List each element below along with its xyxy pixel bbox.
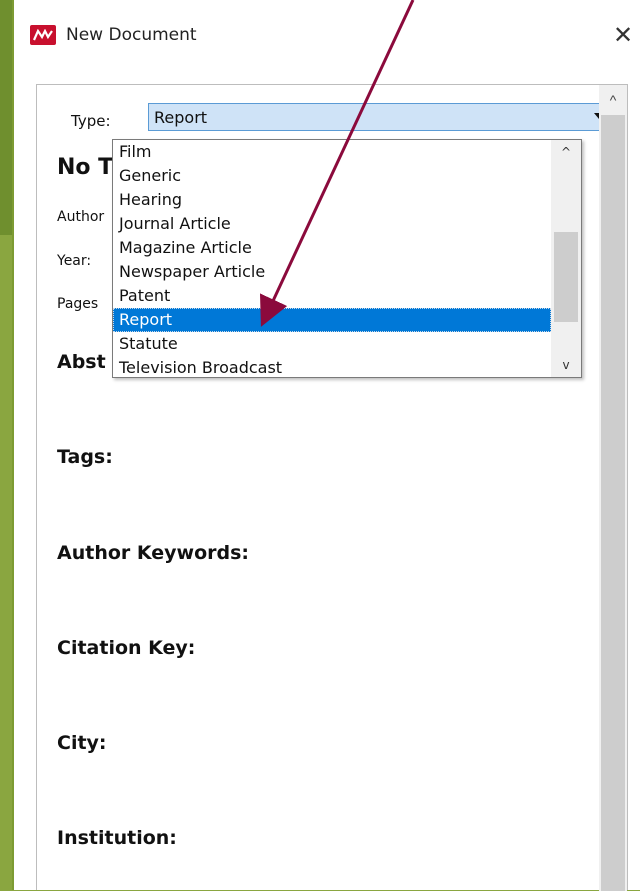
chevron-up-icon[interactable]: ^ [551, 140, 581, 164]
dropdown-option-television-broadcast[interactable]: Television Broadcast [113, 356, 551, 380]
year-label: Year: [57, 253, 92, 269]
dropdown-scrollbar-thumb[interactable] [554, 232, 578, 322]
window-title: New Document [66, 25, 197, 45]
panel-scrollbar[interactable]: ^ [599, 85, 627, 891]
abstract-heading: Abst [57, 351, 106, 373]
dropdown-option-newspaper-article[interactable]: Newspaper Article [113, 260, 551, 284]
institution-heading: Institution: [57, 827, 177, 849]
dropdown-scrollbar[interactable]: ^ v [551, 140, 581, 377]
type-select-value: Report [154, 108, 208, 127]
city-heading: City: [57, 732, 107, 754]
type-dropdown-list: Film Generic Hearing Journal Article Mag… [112, 139, 582, 378]
background-strip [0, 0, 12, 235]
dropdown-option-magazine-article[interactable]: Magazine Article [113, 236, 551, 260]
dropdown-option-journal-article[interactable]: Journal Article [113, 212, 551, 236]
document-title[interactable]: No T [57, 155, 113, 180]
mendeley-icon [30, 25, 56, 45]
dropdown-option-statute[interactable]: Statute [113, 332, 551, 356]
dropdown-option-patent[interactable]: Patent [113, 284, 551, 308]
title-bar: New Document ✕ [14, 0, 640, 70]
dropdown-option-report[interactable]: Report [113, 308, 551, 332]
chevron-down-icon[interactable]: v [551, 353, 581, 377]
panel-scrollbar-thumb[interactable] [601, 115, 625, 891]
author-keywords-heading: Author Keywords: [57, 542, 250, 564]
citation-key-heading: Citation Key: [57, 637, 196, 659]
dropdown-options: Film Generic Hearing Journal Article Mag… [113, 140, 551, 380]
chevron-up-icon[interactable]: ^ [599, 85, 627, 115]
close-button[interactable]: ✕ [610, 20, 636, 50]
type-select[interactable]: Report [148, 103, 615, 131]
dropdown-option-generic[interactable]: Generic [113, 164, 551, 188]
tags-heading: Tags: [57, 446, 113, 468]
new-document-dialog: New Document ✕ Type: Report No T Author … [12, 0, 640, 891]
type-label: Type: [71, 112, 111, 130]
authors-label: Author [57, 209, 105, 225]
close-icon: ✕ [612, 21, 634, 49]
pages-label: Pages [57, 296, 99, 312]
dropdown-option-hearing[interactable]: Hearing [113, 188, 551, 212]
dropdown-option-film[interactable]: Film [113, 140, 551, 164]
